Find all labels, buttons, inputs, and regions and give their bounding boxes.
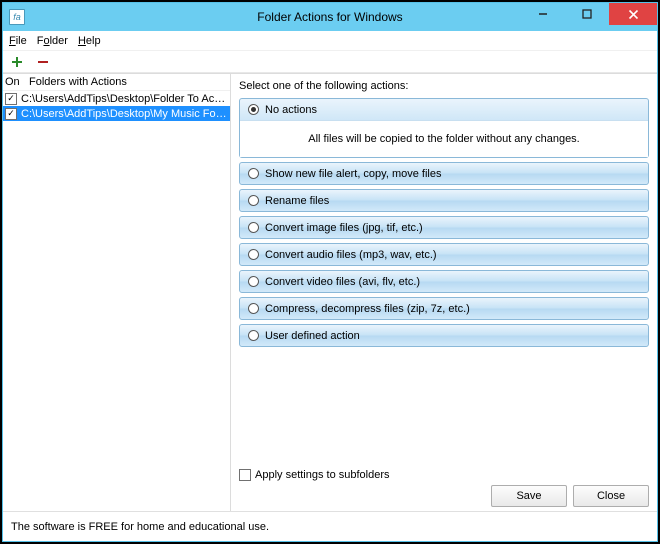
action-radio[interactable] [248,168,259,179]
folder-checkbox[interactable] [5,108,17,120]
folder-row[interactable]: C:\Users\AddTips\Desktop\Folder To Actio… [3,91,230,106]
dialog-buttons: Save Close [239,481,649,507]
apply-subfolders-row[interactable]: Apply settings to subfolders [239,464,649,481]
apply-subfolders-label: Apply settings to subfolders [255,469,390,481]
main-split: On Folders with Actions C:\Users\AddTips… [3,73,657,511]
folder-checkbox[interactable] [5,93,17,105]
save-button[interactable]: Save [491,485,567,507]
action-radio[interactable] [248,222,259,233]
action-header[interactable]: Convert image files (jpg, tif, etc.) [240,217,648,238]
action-radio[interactable] [248,195,259,206]
action-item[interactable]: Compress, decompress files (zip, 7z, etc… [239,297,649,320]
add-folder-button[interactable] [9,54,25,70]
action-item[interactable]: User defined action [239,324,649,347]
minus-icon [37,56,49,68]
minimize-icon [538,9,548,19]
action-header[interactable]: Compress, decompress files (zip, 7z, etc… [240,298,648,319]
action-label: User defined action [265,330,360,342]
action-header[interactable]: Show new file alert, copy, move files [240,163,648,184]
maximize-button[interactable] [565,3,609,25]
remove-folder-button[interactable] [35,54,51,70]
action-item[interactable]: Convert image files (jpg, tif, etc.) [239,216,649,239]
titlebar: fa Folder Actions for Windows [3,3,657,31]
folders-list[interactable]: C:\Users\AddTips\Desktop\Folder To Actio… [3,91,230,511]
close-dialog-button[interactable]: Close [573,485,649,507]
action-item[interactable]: Rename files [239,189,649,212]
column-path[interactable]: Folders with Actions [29,76,127,88]
action-label: Rename files [265,195,329,207]
plus-icon [11,56,23,68]
action-radio[interactable] [248,249,259,260]
action-radio[interactable] [248,104,259,115]
maximize-icon [582,9,592,19]
folder-path: C:\Users\AddTips\Desktop\Folder To Actio… [21,93,228,105]
action-header[interactable]: User defined action [240,325,648,346]
app-window: fa Folder Actions for Windows File Folde… [2,2,658,542]
action-item[interactable]: No actions All files will be copied to th… [239,98,649,158]
menu-bar: File Folder Help [3,31,657,51]
apply-subfolders-checkbox[interactable] [239,469,251,481]
action-header[interactable]: Rename files [240,190,648,211]
window-controls [521,3,657,31]
action-label: Show new file alert, copy, move files [265,168,441,180]
action-item[interactable]: Convert audio files (mp3, wav, etc.) [239,243,649,266]
close-button[interactable] [609,3,657,25]
action-label: Convert image files (jpg, tif, etc.) [265,222,423,234]
action-header[interactable]: Convert audio files (mp3, wav, etc.) [240,244,648,265]
column-on[interactable]: On [5,76,29,88]
minimize-button[interactable] [521,3,565,25]
action-radio[interactable] [248,276,259,287]
action-radio[interactable] [248,330,259,341]
app-icon: fa [9,9,25,25]
toolbar [3,51,657,73]
action-detail: All files will be copied to the folder w… [240,120,648,157]
folders-header: On Folders with Actions [3,74,230,91]
action-label: No actions [265,104,317,116]
folder-path: C:\Users\AddTips\Desktop\My Music Folder [21,108,228,120]
action-header[interactable]: No actions [240,99,648,120]
action-item[interactable]: Show new file alert, copy, move files [239,162,649,185]
folders-pane: On Folders with Actions C:\Users\AddTips… [3,74,231,511]
actions-prompt: Select one of the following actions: [239,80,649,92]
action-label: Convert video files (avi, flv, etc.) [265,276,420,288]
action-header[interactable]: Convert video files (avi, flv, etc.) [240,271,648,292]
folder-row[interactable]: C:\Users\AddTips\Desktop\My Music Folder [3,106,230,121]
menu-help[interactable]: Help [78,35,101,47]
actions-list: No actions All files will be copied to th… [239,98,649,347]
action-label: Compress, decompress files (zip, 7z, etc… [265,303,470,315]
close-icon [628,9,639,20]
actions-pane: Select one of the following actions: No … [231,74,657,511]
status-text: The software is FREE for home and educat… [11,521,269,533]
status-bar: The software is FREE for home and educat… [3,511,657,541]
action-item[interactable]: Convert video files (avi, flv, etc.) [239,270,649,293]
action-label: Convert audio files (mp3, wav, etc.) [265,249,437,261]
action-radio[interactable] [248,303,259,314]
menu-file[interactable]: File [9,35,27,47]
menu-folder[interactable]: Folder [37,35,68,47]
